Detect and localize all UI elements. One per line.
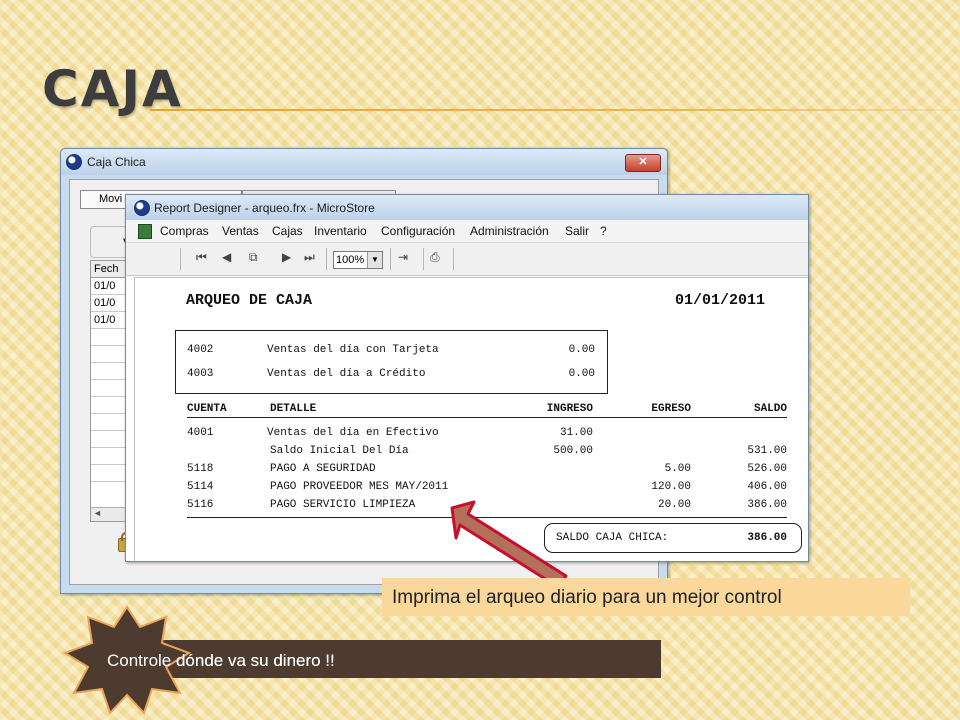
scroll-left-icon[interactable]: ◄ <box>93 508 102 518</box>
menu-bar: Compras Ventas Cajas Inventario Configur… <box>126 220 808 243</box>
toolbar: ⏮ ◀ ⧉ ▶ ⏭ 100% ▼ ⇥ ⎙ <box>126 243 808 276</box>
card-sales-box <box>175 330 608 394</box>
row-ingreso: 31.00 <box>559 427 593 439</box>
boxed-detalle: Ventas del día a Crédito <box>267 368 426 380</box>
row-detalle: PAGO PROVEEDOR MES MAY/2011 <box>270 481 449 493</box>
row-detalle: PAGO A SEGURIDAD <box>270 463 376 475</box>
app-icon <box>134 200 150 216</box>
first-page-icon[interactable]: ⏮ <box>196 250 207 265</box>
print-icon[interactable]: ⎙ <box>430 250 440 265</box>
row-ingreso: 500.00 <box>553 445 593 457</box>
row-detalle: PAGO SERVICIO LIMPIEZA <box>270 499 416 511</box>
close-button[interactable]: ✕ <box>625 154 661 172</box>
row-detalle: Ventas del día en Efectivo <box>267 427 439 439</box>
total-value: 386.00 <box>747 532 787 544</box>
row-cuenta: 5114 <box>187 481 214 493</box>
document-icon[interactable] <box>138 224 152 239</box>
menu-inventario[interactable]: Inventario <box>314 224 367 238</box>
boxed-cuenta: 4002 <box>187 344 214 356</box>
copy-icon[interactable]: ⧉ <box>249 250 258 265</box>
report-designer-title: Report Designer - arqueo.frx - MicroStor… <box>154 201 375 215</box>
chevron-down-icon[interactable]: ▼ <box>367 252 382 268</box>
header-ingreso: INGRESO <box>546 403 593 415</box>
note-text: Imprima el arqueo diario para un mejor c… <box>392 587 782 608</box>
pointer-arrow-icon <box>450 500 568 589</box>
row-egreso: 5.00 <box>664 463 691 475</box>
callout-text-overlay: Controle dónde va su dinero !! <box>107 651 335 670</box>
report-date: 01/01/2011 <box>675 292 766 309</box>
callout-overlay: Controle dónde va su dinero !! <box>95 640 661 678</box>
toolbar-separator <box>453 248 454 270</box>
caja-chica-title: Caja Chica <box>87 155 146 169</box>
header-divider <box>187 417 787 418</box>
menu-help[interactable]: ? <box>600 224 607 238</box>
menu-cajas[interactable]: Cajas <box>272 224 303 238</box>
zoom-select[interactable]: 100% ▼ <box>333 251 383 269</box>
tab-movimientos-label: Movi <box>99 193 123 205</box>
row-saldo: 526.00 <box>747 463 787 475</box>
menu-ventas[interactable]: Ventas <box>222 224 259 238</box>
toolbar-separator <box>326 248 327 270</box>
toolbar-separator <box>423 248 424 270</box>
row-cuenta: 4001 <box>187 427 214 439</box>
header-cuenta: CUENTA <box>187 403 227 415</box>
report-designer-titlebar[interactable]: Report Designer - arqueo.frx - MicroStor… <box>126 195 808 220</box>
row-cuenta: 5118 <box>187 463 214 475</box>
report-title: ARQUEO DE CAJA <box>186 292 313 309</box>
zoom-value: 100% <box>336 254 365 266</box>
menu-configuracion[interactable]: Configuración <box>381 224 455 238</box>
header-detalle: DETALLE <box>270 403 317 415</box>
boxed-ingreso: 0.00 <box>568 368 595 380</box>
exit-icon[interactable]: ⇥ <box>398 250 408 264</box>
toolbar-separator <box>180 248 181 270</box>
boxed-cuenta: 4003 <box>187 368 214 380</box>
last-page-icon[interactable]: ⏭ <box>304 250 315 265</box>
header-saldo: SALDO <box>753 403 787 415</box>
menu-compras[interactable]: Compras <box>160 224 209 238</box>
row-saldo: 386.00 <box>747 499 787 511</box>
title-underline <box>150 109 960 111</box>
caja-chica-titlebar[interactable]: Caja Chica ✕ <box>61 149 667 175</box>
row-detalle: Saldo Inicial Del Día <box>270 445 409 457</box>
app-icon <box>66 154 82 170</box>
row-egreso: 120.00 <box>651 481 691 493</box>
menu-salir[interactable]: Salir <box>565 224 589 238</box>
boxed-ingreso: 0.00 <box>568 344 595 356</box>
menu-administracion[interactable]: Administración <box>470 224 549 238</box>
row-cuenta: 5116 <box>187 499 214 511</box>
next-page-icon[interactable]: ▶ <box>282 250 291 264</box>
row-egreso: 20.00 <box>657 499 691 511</box>
toolbar-separator <box>390 248 391 270</box>
row-saldo: 531.00 <box>747 445 787 457</box>
row-saldo: 406.00 <box>747 481 787 493</box>
header-egreso: EGRESO <box>651 403 691 415</box>
boxed-detalle: Ventas del día con Tarjeta <box>267 344 439 356</box>
previous-page-icon[interactable]: ◀ <box>222 250 231 264</box>
note-banner: Imprima el arqueo diario para un mejor c… <box>382 578 910 616</box>
